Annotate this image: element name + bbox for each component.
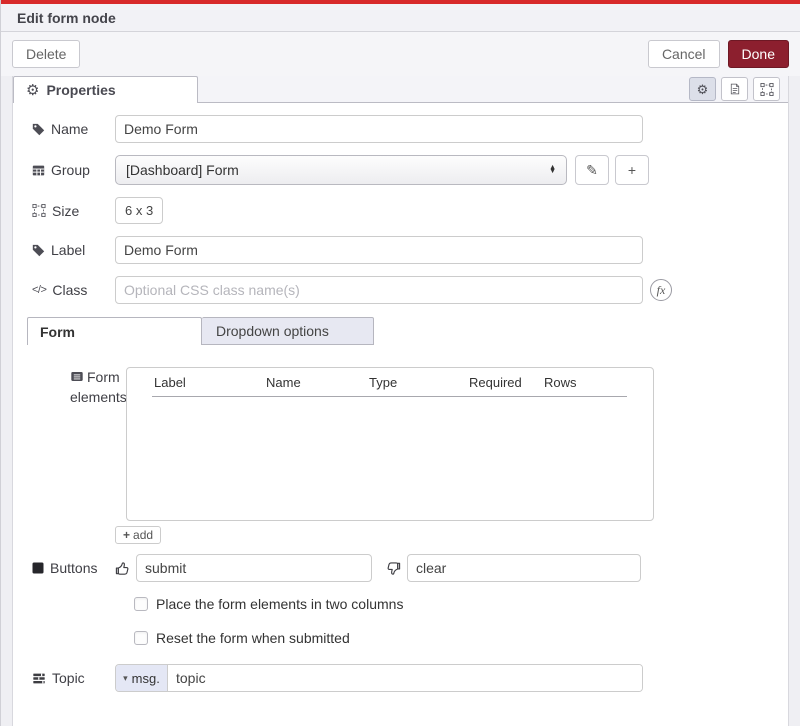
edit-panel: ⚙ Properties ⚙ — [12, 76, 789, 726]
document-icon — [729, 82, 741, 96]
size-label: Size — [32, 203, 115, 219]
pencil-icon: ✎ — [586, 162, 598, 179]
tag-icon — [32, 244, 45, 257]
dialog-toolbar: Delete Cancel Done — [1, 32, 800, 76]
caret-down-icon: ▾ — [123, 674, 128, 683]
gear-icon: ⚙ — [26, 83, 39, 98]
thumbs-up-icon — [115, 561, 130, 576]
buttons-label: Buttons — [32, 560, 115, 576]
group-row: Group [Dashboard] Form ▲ ▼ ✎ + — [32, 155, 788, 185]
topic-row: Topic ▾ msg. — [32, 664, 788, 692]
two-columns-option: Place the form elements in two columns — [134, 596, 788, 612]
fx-badge: fx — [650, 279, 672, 301]
object-group-icon — [760, 83, 774, 96]
column-header: Type — [369, 375, 469, 390]
appearance-button[interactable] — [753, 77, 780, 101]
topic-label: Topic — [32, 670, 115, 686]
add-group-button[interactable]: + — [615, 155, 649, 185]
column-header: Rows — [544, 375, 627, 390]
group-select-value: [Dashboard] Form — [126, 162, 239, 178]
cancel-button[interactable]: Cancel — [648, 40, 720, 68]
topic-type-select[interactable]: ▾ msg. — [116, 665, 168, 691]
tab-properties-label: Properties — [46, 82, 115, 98]
tab-properties[interactable]: ⚙ Properties — [13, 76, 198, 103]
form-elements-list[interactable]: Label Name Type Required Rows — [126, 367, 654, 521]
properties-content: Name Group [Dashboard] Form ▲ ▼ — [13, 103, 788, 692]
column-header: Label — [154, 375, 266, 390]
label-row: Label — [32, 236, 788, 264]
column-header: Name — [266, 375, 369, 390]
square-icon — [32, 562, 44, 574]
buttons-field — [115, 554, 641, 582]
gear-icon: ⚙ — [697, 83, 709, 96]
submit-button-input[interactable] — [136, 554, 372, 582]
toolbar-right-group: Cancel Done — [648, 40, 789, 68]
form-subtabs: Form Dropdown options — [27, 317, 788, 345]
description-button[interactable] — [721, 77, 748, 101]
tasks-icon — [32, 672, 46, 685]
properties-gear-button[interactable]: ⚙ — [689, 77, 716, 101]
edit-node-dialog: Edit form node Delete Cancel Done ⚙ Prop… — [1, 0, 800, 726]
dialog-title: Edit form node — [17, 10, 116, 26]
group-select[interactable]: [Dashboard] Form ▲ ▼ — [115, 155, 567, 185]
form-elements-section: Form elements Label Name Type Required R… — [32, 367, 788, 521]
dialog-header: Edit form node — [1, 4, 800, 32]
label-input[interactable] — [115, 236, 643, 264]
column-header: Required — [469, 375, 544, 390]
topic-input[interactable] — [168, 665, 642, 691]
code-icon: </> — [32, 284, 46, 296]
class-input[interactable] — [115, 276, 643, 304]
form-elements-label: Form elements — [32, 367, 126, 408]
thumbs-down-icon — [386, 561, 401, 576]
edit-group-button[interactable]: ✎ — [575, 155, 609, 185]
topic-typed-input: ▾ msg. — [115, 664, 643, 692]
topic-type-label: msg. — [132, 671, 160, 686]
buttons-row: Buttons — [32, 554, 788, 582]
done-button[interactable]: Done — [728, 40, 789, 68]
plus-icon: + — [123, 528, 130, 542]
tab-dropdown-options[interactable]: Dropdown options — [202, 317, 374, 345]
reset-form-checkbox[interactable] — [134, 631, 148, 645]
group-label: Group — [32, 162, 115, 178]
tab-form[interactable]: Form — [27, 317, 202, 345]
two-columns-label: Place the form elements in two columns — [156, 596, 403, 612]
tag-icon — [32, 123, 45, 136]
name-input[interactable] — [115, 115, 643, 143]
reset-form-label: Reset the form when submitted — [156, 630, 350, 646]
add-element-button[interactable]: +add — [115, 526, 161, 544]
object-group-icon — [32, 204, 46, 217]
class-label: </> Class — [32, 282, 115, 298]
two-columns-checkbox[interactable] — [134, 597, 148, 611]
name-row: Name — [32, 115, 788, 143]
form-elements-header: Label Name Type Required Rows — [152, 375, 627, 397]
table-icon — [32, 164, 45, 177]
label-label: Label — [32, 242, 115, 258]
list-alt-icon — [70, 370, 84, 383]
delete-button[interactable]: Delete — [12, 40, 80, 68]
tabbar-action-buttons: ⚙ — [689, 77, 780, 101]
class-row: </> Class fx — [32, 276, 788, 304]
clear-button-input[interactable] — [407, 554, 641, 582]
name-label: Name — [32, 121, 115, 137]
size-button[interactable]: 6 x 3 — [115, 197, 163, 224]
plus-icon: + — [628, 162, 636, 178]
size-row: Size 6 x 3 — [32, 197, 788, 224]
editor-tab-bar: ⚙ Properties ⚙ — [13, 76, 788, 103]
select-arrows-icon: ▲ ▼ — [549, 166, 556, 174]
reset-form-option: Reset the form when submitted — [134, 630, 788, 646]
